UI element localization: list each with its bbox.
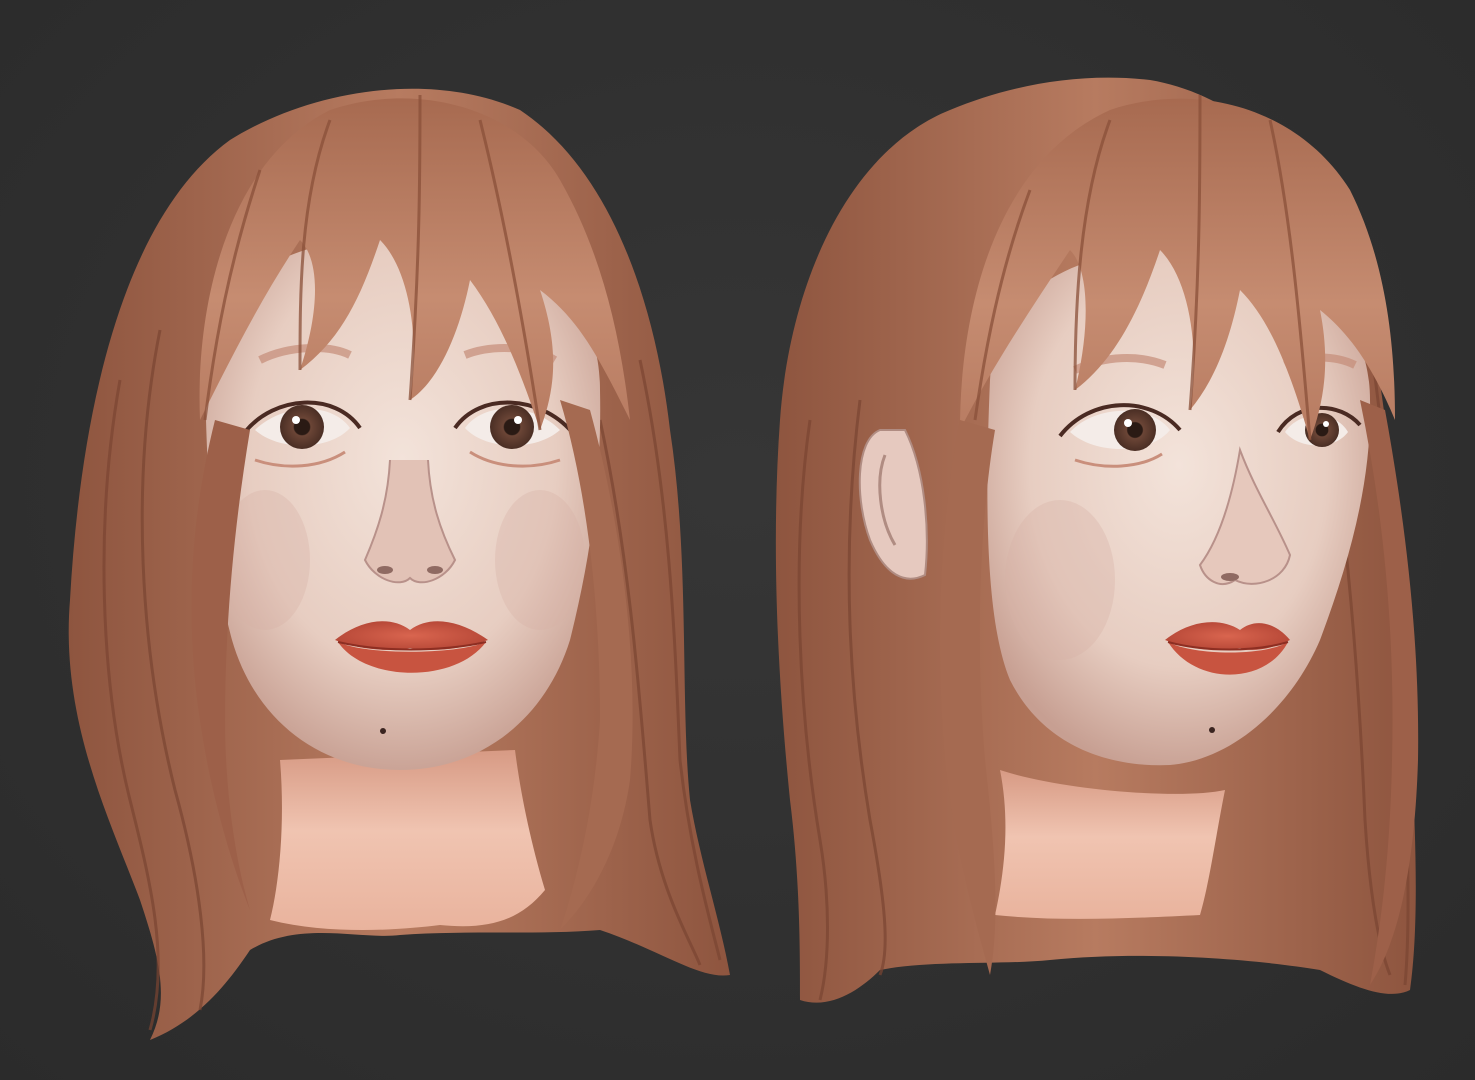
front-view-head bbox=[68, 88, 731, 1041]
sculpt-render bbox=[68, 77, 1419, 1041]
three-quarter-view-head bbox=[775, 77, 1419, 1003]
render-viewport bbox=[0, 0, 1475, 1080]
front-neck bbox=[270, 750, 545, 930]
